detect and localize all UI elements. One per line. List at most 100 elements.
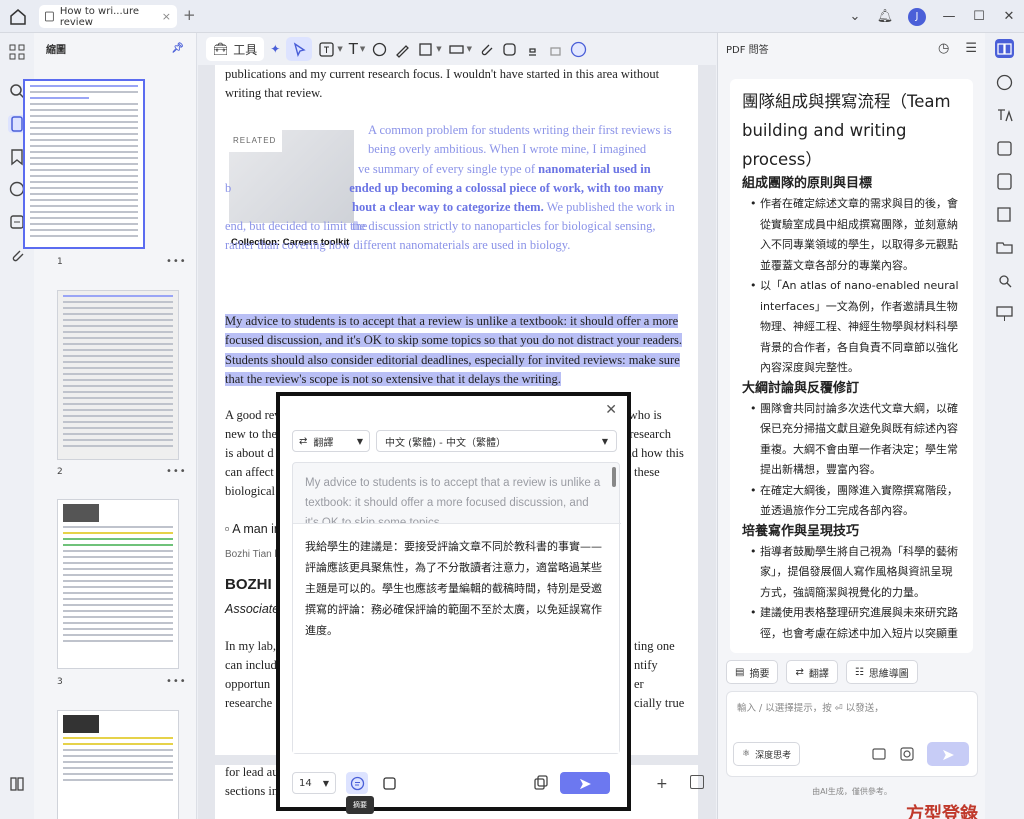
thumbnails-panel-icon[interactable] xyxy=(8,43,26,61)
summarize-icon[interactable] xyxy=(346,772,368,794)
font-size-dropdown[interactable]: 14 ▼ xyxy=(292,772,336,794)
chat-input[interactable]: 輸入 / 以選擇提示，按 ⏎ 以發送， ⚛ 深度思考 ➤ xyxy=(726,691,978,777)
image-upload-icon[interactable] xyxy=(871,746,887,762)
chevron-down-icon[interactable]: ⌄ xyxy=(840,9,870,24)
settings-icon[interactable]: ☰ xyxy=(965,41,977,56)
translated-text[interactable]: 我給學生的建議是：要接受評論文章不同於教科書的事實——評論應該更具聚焦性，為了不… xyxy=(293,524,619,753)
thumbnail-page-1[interactable] xyxy=(23,79,145,249)
chat-bot-icon[interactable] xyxy=(995,73,1014,92)
faded-paragraph: A common problem for students writing th… xyxy=(368,123,672,157)
lock-icon[interactable] xyxy=(547,37,564,61)
presentation-icon[interactable] xyxy=(995,304,1014,323)
thumbnail-menu-icon[interactable]: ••• xyxy=(166,256,187,267)
bullet-item: 在確定大綱後，團隊進入實際撰寫階段，並透過旅作分工完成各部內容。 xyxy=(750,481,961,522)
ai-assistant-icon[interactable] xyxy=(570,37,587,61)
pin-icon[interactable]: 📌︎ xyxy=(171,43,184,54)
bullet-item: 團隊會共同討論多次迭代文章大綱，以確保已充分掃描文獻且避免與既有綜述內容重複。大… xyxy=(750,399,961,481)
home-icon[interactable] xyxy=(8,7,28,27)
button-label: 深度思考 xyxy=(755,750,792,761)
minimize-icon[interactable]: — xyxy=(934,9,964,24)
send-button[interactable]: ➤ xyxy=(560,772,610,794)
button-label: 翻譯 xyxy=(808,668,829,680)
popup-footer: 14 ▼ ➤ xyxy=(292,770,620,796)
library-icon[interactable] xyxy=(8,775,26,793)
scrollbar[interactable] xyxy=(612,467,616,487)
tooltip: 摘要 xyxy=(346,796,374,814)
bullet-list: 團隊會共同討論多次迭代文章大綱，以確保已充分掃描文獻且避免與既有綜述內容重複。大… xyxy=(742,399,961,522)
close-window-icon[interactable]: ✕ xyxy=(994,9,1024,24)
language-dropdown[interactable]: 中文 (繁體) - 中文（繁體） ▼ xyxy=(376,430,617,452)
thumbnail-page-4[interactable] xyxy=(57,710,179,819)
text-tool-icon[interactable]: T ▼ xyxy=(349,37,366,61)
bullet-item: 作者在確定綜述文章的需求與目的後，會從實驗室成員中組成撰寫團隊，並刻意納入不同專… xyxy=(750,194,961,276)
shape-icon[interactable]: ▼ xyxy=(417,37,442,61)
summary-icon[interactable] xyxy=(995,172,1014,191)
sticker-icon[interactable] xyxy=(501,37,518,61)
answer-card: 團隊組成與撰寫流程（Team building and writing proc… xyxy=(730,79,973,653)
bullet-list: 作者在確定綜述文章的需求與目的後，會從實驗室成員中組成撰寫團隊，並刻意納入不同專… xyxy=(742,194,961,379)
tools-button[interactable]: 🧰︎ 工具 xyxy=(206,37,265,61)
thumbnail-page-3[interactable] xyxy=(57,499,179,669)
translate-popup: ✕ ⇄ 翻譯 ▼ 中文 (繁體) - 中文（繁體） ▼ My advice to… xyxy=(276,392,631,811)
thumbnail-page-2[interactable] xyxy=(57,290,179,460)
section-heading: 組成團隊的原則與目標 xyxy=(742,176,873,191)
mindmap-button[interactable]: ☷ 思維導圖 xyxy=(845,660,918,684)
grammar-icon[interactable] xyxy=(995,139,1014,158)
deep-think-button[interactable]: ⚛ 深度思考 xyxy=(733,742,801,766)
ai-disclaimer: 由AI生成，僅供參考。 xyxy=(812,787,892,796)
history-icon[interactable]: ◷ xyxy=(938,41,949,56)
tab-close-icon[interactable]: × xyxy=(162,10,171,23)
quick-actions: ▤ 摘要 ⇄ 翻譯 ☷ 思維導圖 xyxy=(726,660,918,684)
font-size-value: 14 xyxy=(299,777,312,789)
panel-title: PDF 問答 xyxy=(726,44,769,56)
avatar[interactable]: J xyxy=(908,7,926,26)
maximize-icon[interactable]: ☐ xyxy=(964,9,994,24)
promo-banner[interactable]: 方型登錄 xyxy=(906,800,978,819)
attach-file-icon[interactable] xyxy=(478,37,495,61)
faded-line: ve summary of every single type of nanom… xyxy=(358,162,651,176)
thumbnail-number: 3 xyxy=(57,677,63,687)
measure-icon[interactable]: ▼ xyxy=(448,37,472,61)
stamp-icon[interactable] xyxy=(524,37,541,61)
button-label: 思維導圖 xyxy=(868,668,909,680)
fit-page-icon[interactable] xyxy=(690,775,704,789)
ai-reader-icon[interactable] xyxy=(995,39,1014,58)
select-tool-icon[interactable] xyxy=(286,37,313,61)
search-doc-icon[interactable] xyxy=(995,271,1014,290)
mindmap-icon: ☷ xyxy=(854,666,864,678)
insert-icon[interactable] xyxy=(378,772,400,794)
faded-line: end, but decided to limit the discussion… xyxy=(225,219,656,233)
thumbnail-menu-icon[interactable]: ••• xyxy=(166,676,187,687)
bell-icon[interactable]: 🔔︎ xyxy=(870,9,900,24)
chevron-down-icon: ▼ xyxy=(356,436,363,446)
chevron-down-icon: ▼ xyxy=(322,778,329,788)
screenshot-icon[interactable] xyxy=(899,746,915,762)
bullet-list: 指導者鼓勵學生將自己視為「科學的藝術家」，提倡發展個人寫作風格與資訊呈現方式，強… xyxy=(742,542,961,645)
folder-icon[interactable] xyxy=(995,238,1014,257)
section-heading: 大綱討論與反覆修訂 xyxy=(742,380,860,396)
mode-label: 翻譯 xyxy=(313,437,334,449)
thumbnails-title: 縮圖 xyxy=(46,44,66,56)
book-icon[interactable] xyxy=(995,205,1014,224)
section-heading: 培養寫作與呈現技巧 xyxy=(742,523,860,539)
document-tab[interactable]: How to wri...ure review × xyxy=(39,5,177,28)
send-icon: ➤ xyxy=(941,744,955,764)
copy-icon[interactable] xyxy=(532,774,550,792)
thumbnail-menu-icon[interactable]: ••• xyxy=(166,466,187,477)
related-tag: RELATED xyxy=(227,129,283,153)
translate-button[interactable]: ⇄ 翻譯 xyxy=(786,660,838,684)
comment-tool-icon[interactable] xyxy=(371,37,388,61)
source-text[interactable]: My advice to students is to accept that … xyxy=(305,473,605,525)
chat-send-button[interactable]: ➤ xyxy=(927,742,969,766)
zoom-in-icon[interactable]: + xyxy=(656,776,668,792)
translate-icon[interactable] xyxy=(995,106,1014,125)
new-tab-icon[interactable]: + xyxy=(183,6,196,24)
close-icon[interactable]: ✕ xyxy=(605,402,617,418)
summarize-button[interactable]: ▤ 摘要 xyxy=(726,660,779,684)
right-rail xyxy=(985,33,1024,819)
mode-dropdown[interactable]: ⇄ 翻譯 ▼ xyxy=(292,430,370,452)
text-box-icon[interactable]: ▼ xyxy=(318,37,343,61)
highlighted-paragraph[interactable]: My advice to students is to accept that … xyxy=(225,312,685,389)
ai-sparkle-icon[interactable]: ✦ xyxy=(270,37,280,61)
pen-icon[interactable] xyxy=(394,37,411,61)
